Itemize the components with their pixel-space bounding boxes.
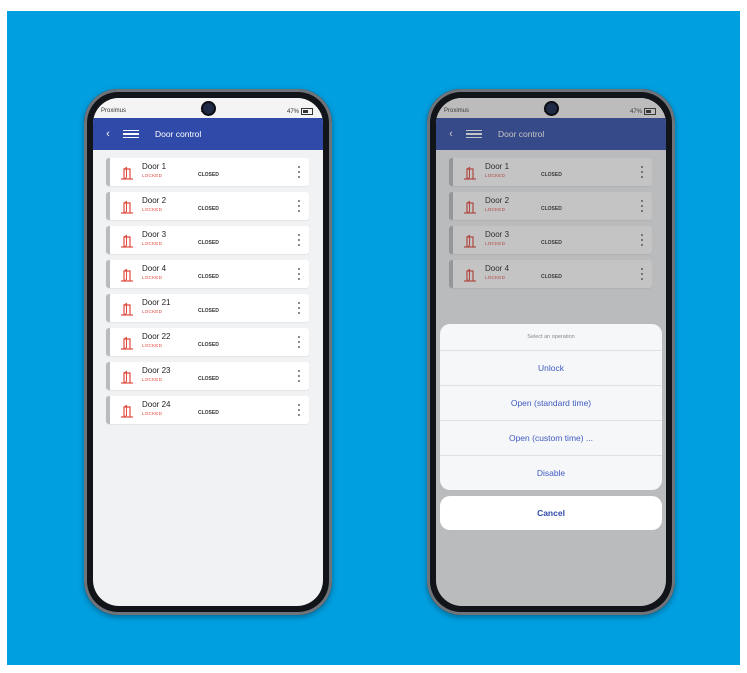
more-options-icon[interactable] xyxy=(297,370,301,382)
door-state: CLOSED xyxy=(198,172,219,178)
disable-option[interactable]: Disable xyxy=(440,456,662,490)
door-icon xyxy=(120,370,134,384)
door-name: Door 24 xyxy=(142,400,171,409)
more-options-icon[interactable] xyxy=(297,302,301,314)
door-row[interactable]: Door 3 LOCKED CLOSED xyxy=(106,226,309,254)
door-state: CLOSED xyxy=(198,274,219,280)
door-row[interactable]: Door 2 LOCKED CLOSED xyxy=(106,192,309,220)
chevron-left-icon[interactable]: ‹ xyxy=(99,128,117,140)
door-row[interactable]: Door 23 LOCKED CLOSED xyxy=(106,362,309,390)
door-icon xyxy=(120,268,134,282)
lock-status: LOCKED xyxy=(142,411,163,416)
camera-icon xyxy=(203,103,214,114)
more-options-icon[interactable] xyxy=(297,404,301,416)
door-icon xyxy=(120,200,134,214)
screen-right: Proximus 11:59 47% ‹ Door control Door 1… xyxy=(436,98,666,606)
action-sheet-header: Select an operation xyxy=(440,324,662,351)
more-options-icon[interactable] xyxy=(297,234,301,246)
door-state: CLOSED xyxy=(198,240,219,246)
door-state: CLOSED xyxy=(198,308,219,314)
door-name: Door 1 xyxy=(142,162,167,171)
door-row[interactable]: Door 21 LOCKED CLOSED xyxy=(106,294,309,322)
door-name: Door 3 xyxy=(142,230,167,239)
more-options-icon[interactable] xyxy=(297,166,301,178)
phone-right: Proximus 11:59 47% ‹ Door control Door 1… xyxy=(427,89,675,615)
page-title: Door control xyxy=(155,129,202,139)
door-name: Door 23 xyxy=(142,366,171,375)
door-row[interactable]: Door 24 LOCKED CLOSED xyxy=(106,396,309,424)
door-row[interactable]: Door 1 LOCKED CLOSED xyxy=(106,158,309,186)
cancel-button[interactable]: Cancel xyxy=(440,496,662,530)
open-standard-option[interactable]: Open (standard time) xyxy=(440,386,662,421)
door-icon xyxy=(120,302,134,316)
lock-status: LOCKED xyxy=(142,343,163,348)
door-icon xyxy=(120,234,134,248)
lock-status: LOCKED xyxy=(142,377,163,382)
door-name: Door 2 xyxy=(142,196,167,205)
lock-status: LOCKED xyxy=(142,241,163,246)
more-options-icon[interactable] xyxy=(297,200,301,212)
app-bar: ‹ Door control xyxy=(93,118,323,150)
lock-status: LOCKED xyxy=(142,207,163,212)
lock-status: LOCKED xyxy=(142,173,163,178)
door-icon xyxy=(120,166,134,180)
lock-status: LOCKED xyxy=(142,275,163,280)
door-row[interactable]: Door 4 LOCKED CLOSED xyxy=(106,260,309,288)
more-options-icon[interactable] xyxy=(297,336,301,348)
screen-left: Proximus 11:59 47% ‹ Door control Door 1… xyxy=(93,98,323,606)
door-row[interactable]: Door 22 LOCKED CLOSED xyxy=(106,328,309,356)
battery-icon xyxy=(301,108,313,115)
door-state: CLOSED xyxy=(198,376,219,382)
open-custom-option[interactable]: Open (custom time) ... xyxy=(440,421,662,456)
unlock-option[interactable]: Unlock xyxy=(440,351,662,386)
door-state: CLOSED xyxy=(198,342,219,348)
door-state: CLOSED xyxy=(198,410,219,416)
lock-status: LOCKED xyxy=(142,309,163,314)
hamburger-icon[interactable] xyxy=(123,129,139,139)
action-sheet: Select an operation Unlock Open (standar… xyxy=(440,324,662,490)
door-name: Door 21 xyxy=(142,298,171,307)
door-name: Door 22 xyxy=(142,332,171,341)
door-state: CLOSED xyxy=(198,206,219,212)
battery-indicator: 47% xyxy=(287,108,313,115)
camera-icon xyxy=(546,103,557,114)
door-icon xyxy=(120,336,134,350)
door-list: Door 1 LOCKED CLOSED Door 2 LOCKED CLOSED Door… xyxy=(93,150,323,424)
door-name: Door 4 xyxy=(142,264,167,273)
background-stage: Proximus 11:59 47% ‹ Door control Door 1… xyxy=(7,11,740,665)
phone-left: Proximus 11:59 47% ‹ Door control Door 1… xyxy=(84,89,332,615)
door-icon xyxy=(120,404,134,418)
more-options-icon[interactable] xyxy=(297,268,301,280)
